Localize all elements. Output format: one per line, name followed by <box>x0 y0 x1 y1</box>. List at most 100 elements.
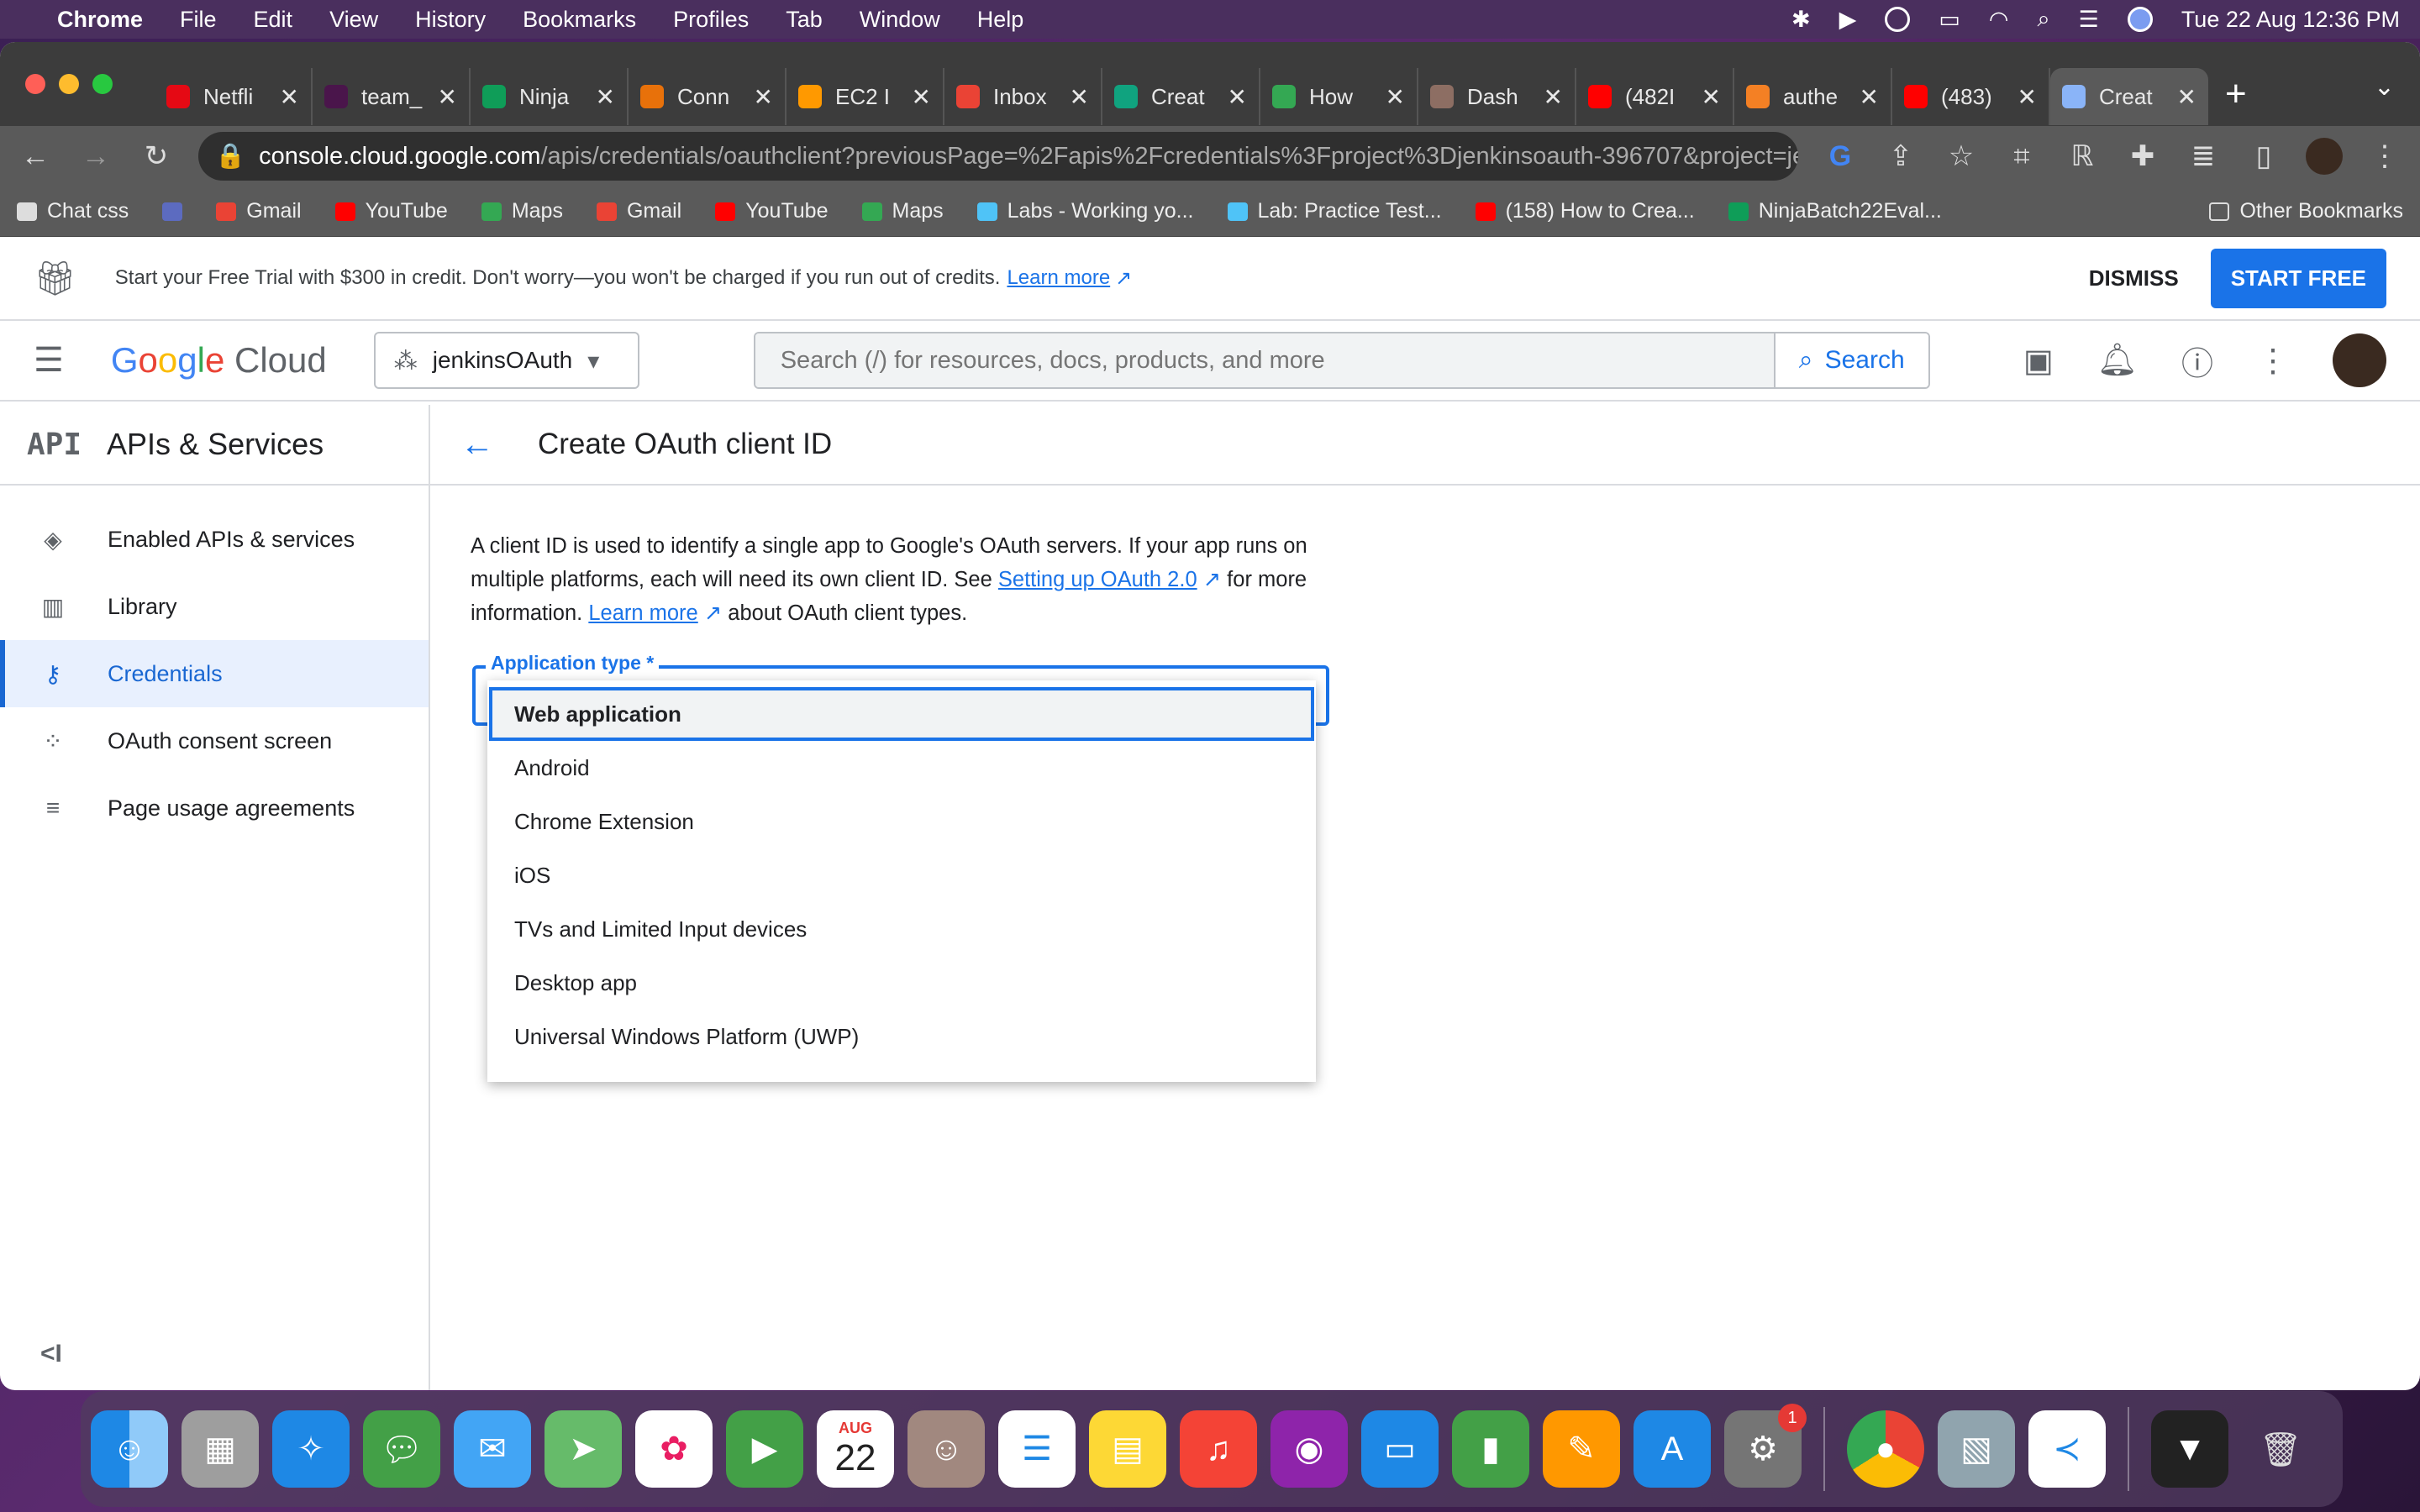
tab-close-icon[interactable]: ✕ <box>280 83 299 111</box>
menu-file[interactable]: File <box>180 7 217 33</box>
tab-close-icon[interactable]: ✕ <box>2018 83 2037 111</box>
google-cloud-logo[interactable]: Google Cloud <box>111 340 327 381</box>
music-icon[interactable]: ♫ <box>1180 1410 1257 1488</box>
extension-code-icon[interactable]: ⌗ <box>2003 140 2040 173</box>
numbers-icon[interactable]: ▮ <box>1452 1410 1529 1488</box>
user-icon[interactable] <box>1885 7 1911 32</box>
bookmark-item[interactable]: YouTube <box>334 199 448 223</box>
address-bar[interactable]: 🔒 console.cloud.google.com/apis/credenti… <box>198 132 1798 181</box>
bookmark-item[interactable]: Maps <box>481 199 563 223</box>
bookmark-item[interactable]: Gmail <box>216 199 302 223</box>
trash-icon[interactable]: 🗑︎ <box>2242 1410 2319 1488</box>
hamburger-menu-icon[interactable]: ☰ <box>34 341 64 380</box>
pages-icon[interactable]: ✎ <box>1543 1410 1620 1488</box>
chrome-icon[interactable]: ● <box>1847 1410 1924 1488</box>
search-input[interactable] <box>755 333 1774 387</box>
bookmark-item[interactable]: Maps <box>861 199 944 223</box>
sidepanel-icon[interactable]: ▯ <box>2245 139 2282 173</box>
dismiss-button[interactable]: DISMISS <box>2089 265 2179 291</box>
menu-edit[interactable]: Edit <box>254 7 293 33</box>
browser-tab[interactable]: Ninja ✕ <box>471 68 629 125</box>
system-settings-icon[interactable]: ⚙ 1 <box>1724 1404 1807 1488</box>
contacts-icon[interactable]: ☺ <box>908 1410 985 1488</box>
menu-window[interactable]: Window <box>860 7 940 33</box>
option-desktop-app[interactable]: Desktop app <box>487 956 1316 1010</box>
menu-history[interactable]: History <box>415 7 486 33</box>
tab-close-icon[interactable]: ✕ <box>2177 83 2196 111</box>
preview-icon[interactable]: ▧ <box>1938 1410 2015 1488</box>
tab-close-icon[interactable]: ✕ <box>1386 83 1405 111</box>
more-vert-icon[interactable]: ⋮ <box>2366 139 2403 173</box>
bookmark-item[interactable]: Labs - Working yo... <box>976 199 1194 223</box>
back-arrow-icon[interactable]: ← <box>460 426 494 464</box>
tab-close-icon[interactable]: ✕ <box>438 83 457 111</box>
tab-close-icon[interactable]: ✕ <box>1070 83 1089 111</box>
browser-tab[interactable]: authe ✕ <box>1734 68 1892 125</box>
reload-icon[interactable]: ↻ <box>138 139 175 173</box>
back-icon[interactable]: ← <box>17 140 54 173</box>
close-window-button[interactable] <box>25 74 45 94</box>
menu-help[interactable]: Help <box>977 7 1024 33</box>
extension-r-icon[interactable]: ℝ <box>2064 139 2101 173</box>
browser-tab[interactable]: Conn ✕ <box>629 68 786 125</box>
learn-more-link[interactable]: Learn more <box>588 601 697 625</box>
sidebar-item-library[interactable]: ▥ Library <box>0 573 429 640</box>
collapse-sidebar-icon[interactable]: <I <box>40 1340 62 1368</box>
play-icon[interactable]: ▶ <box>1839 7 1857 33</box>
browser-tab[interactable]: EC2 I ✕ <box>786 68 944 125</box>
siri-icon[interactable] <box>2127 7 2153 32</box>
vscode-icon[interactable]: ≺ <box>2028 1410 2106 1488</box>
start-free-button[interactable]: START FREE <box>2210 248 2386 308</box>
tab-close-icon[interactable]: ✕ <box>754 83 773 111</box>
option-ios[interactable]: iOS <box>487 848 1316 902</box>
wifi-icon[interactable]: ◠ <box>1989 7 2009 33</box>
option-web-application[interactable]: Web application <box>489 687 1314 741</box>
menu-view[interactable]: View <box>329 7 378 33</box>
browser-tab[interactable]: Inbox ✕ <box>944 68 1102 125</box>
profile-avatar[interactable] <box>2306 138 2343 175</box>
keynote-icon[interactable]: ▭ <box>1361 1410 1439 1488</box>
tab-close-icon[interactable]: ✕ <box>912 83 931 111</box>
other-bookmarks[interactable]: Other Bookmarks <box>2209 199 2403 223</box>
menu-tab[interactable]: Tab <box>786 7 823 33</box>
google-icon[interactable]: G <box>1822 140 1859 173</box>
account-avatar[interactable] <box>2333 333 2386 387</box>
mail-icon[interactable]: ✉ <box>454 1410 531 1488</box>
forward-icon[interactable]: → <box>77 140 114 173</box>
menu-app-name[interactable]: Chrome <box>57 7 143 33</box>
help-icon[interactable]: ⓘ <box>2181 338 2213 384</box>
search-button[interactable]: ⌕ Search <box>1773 333 1928 387</box>
reminders-icon[interactable]: ☰ <box>998 1410 1076 1488</box>
bookmark-item[interactable]: Gmail <box>596 199 681 223</box>
safari-icon[interactable]: ✧ <box>272 1410 350 1488</box>
setting-up-oauth-link[interactable]: Setting up OAuth 2.0 <box>998 568 1197 591</box>
app-store-icon[interactable]: A <box>1634 1410 1711 1488</box>
option-android[interactable]: Android <box>487 741 1316 795</box>
notes-icon[interactable]: ▤ <box>1089 1410 1166 1488</box>
bookmark-item[interactable]: NinjaBatch22Eval... <box>1728 199 1942 223</box>
calendar-icon[interactable]: AUG 22 <box>817 1410 894 1488</box>
option-uwp[interactable]: Universal Windows Platform (UWP) <box>487 1010 1316 1063</box>
browser-tab[interactable]: Creat ✕ <box>2050 68 2208 125</box>
facetime-icon[interactable]: ▶ <box>726 1410 803 1488</box>
tab-close-icon[interactable]: ✕ <box>1228 83 1247 111</box>
sidebar-item-oauth-consent[interactable]: ⁘ OAuth consent screen <box>0 707 429 774</box>
menu-bookmarks[interactable]: Bookmarks <box>523 7 636 33</box>
notifications-icon[interactable]: 🔔︎ <box>2097 342 2138 379</box>
more-vert-icon[interactable]: ⋮ <box>2257 342 2289 380</box>
bluetooth-icon[interactable]: ✱ <box>1791 7 1811 33</box>
clock[interactable]: Tue 22 Aug 12:36 PM <box>2181 7 2400 33</box>
browser-tab[interactable]: (482I ✕ <box>1576 68 1734 125</box>
puzzle-icon[interactable]: ✚ <box>2124 139 2161 173</box>
tab-search-chevron-icon[interactable]: ⌄ <box>2374 72 2395 102</box>
browser-tab[interactable]: Creat ✕ <box>1102 68 1260 125</box>
finder-icon[interactable]: ☺ <box>91 1410 168 1488</box>
messages-icon[interactable]: 💬︎ <box>363 1410 440 1488</box>
maps-icon[interactable]: ➤ <box>544 1410 622 1488</box>
sidebar-item-credentials[interactable]: ⚷ Credentials <box>0 640 429 707</box>
sidebar-item-page-usage[interactable]: ≡ Page usage agreements <box>0 774 429 842</box>
sidebar-item-enabled-apis[interactable]: ◈ Enabled APIs & services <box>0 506 429 573</box>
bookmark-item[interactable]: (158) How to Crea... <box>1475 199 1695 223</box>
battery-icon[interactable]: ▭ <box>1939 7 1960 33</box>
trial-learn-more-link[interactable]: Learn more <box>1007 266 1110 290</box>
